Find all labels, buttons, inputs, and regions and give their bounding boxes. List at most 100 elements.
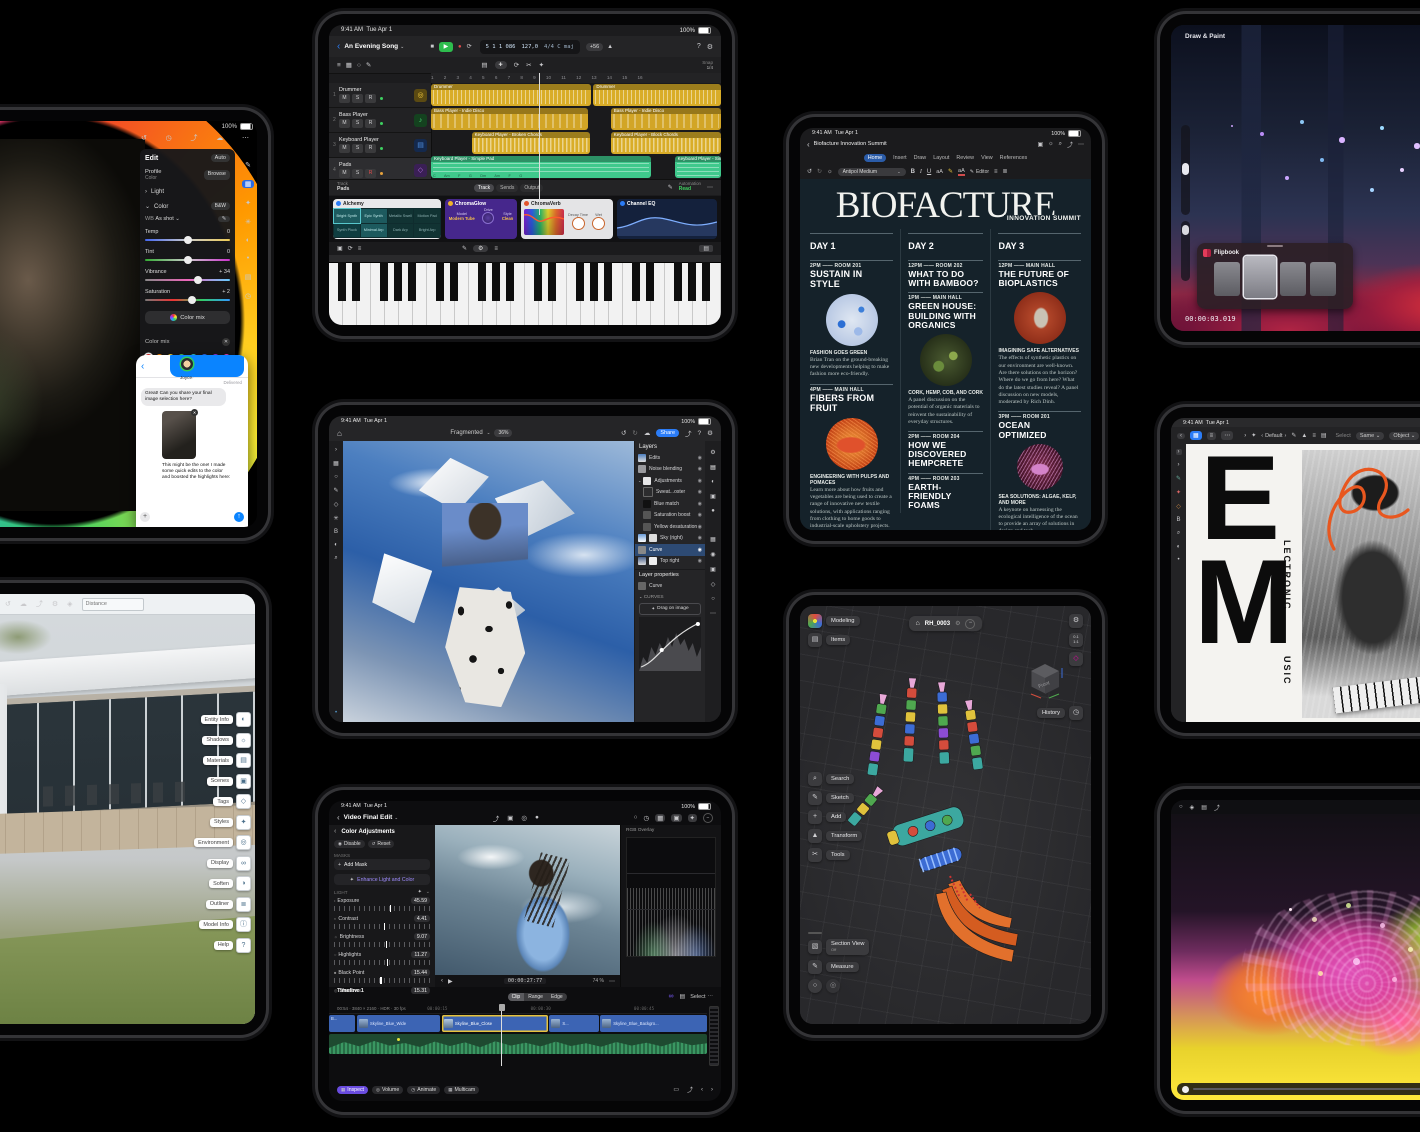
tab-layout[interactable]: Layout <box>933 155 949 161</box>
scene-icon[interactable]: ○ <box>1179 804 1183 810</box>
collapse-icon[interactable]: ⌄ <box>426 889 430 895</box>
color-mix-button[interactable]: Color mix <box>145 311 230 324</box>
pen-tool-icon[interactable]: ✎ <box>1176 475 1181 482</box>
lcd-display[interactable]: 5 1 1 086127,04/4 C maj <box>480 40 580 54</box>
eyedropper-icon[interactable]: ✎ <box>218 216 230 222</box>
units-icon[interactable]: 0.11:1 <box>1069 633 1083 647</box>
draft-text[interactable]: This might be the one! I made some quick… <box>162 463 232 482</box>
view-mixer-icon[interactable]: ▦ <box>346 61 352 69</box>
region-drummer-2[interactable]: Drummer <box>593 84 721 106</box>
help-button[interactable]: Help <box>214 941 233 950</box>
select-tool-icon[interactable]: › <box>1176 449 1182 455</box>
eraser-tool-icon[interactable]: ◇ <box>334 501 339 508</box>
layer-sweater-poster[interactable]: Sweat...oster◉ <box>635 487 705 499</box>
layer-edits[interactable]: Edits◉ <box>635 452 705 464</box>
slider-handle[interactable] <box>390 905 392 912</box>
auto-light-icon[interactable]: ✦ <box>418 889 422 895</box>
patch-cell[interactable]: Minimal Arp <box>361 224 387 238</box>
volume-button[interactable]: ◎Volume <box>372 1086 403 1094</box>
adjust-tool-icon[interactable]: ▦ <box>242 180 254 188</box>
tab-home[interactable]: Home <box>864 154 886 162</box>
slider-knob[interactable] <box>1182 225 1189 235</box>
slider-highlights[interactable]: ○Highlights11.27 <box>334 951 430 965</box>
crop-tool-icon[interactable]: ◐ <box>334 542 338 548</box>
text-case-button[interactable]: aA <box>936 169 943 175</box>
boolean-icon[interactable]: ▤ <box>1321 432 1327 439</box>
plugin-chromaverb[interactable]: ChromaVerb Decay Time Wet <box>521 199 613 239</box>
model-info-button[interactable]: Model Info <box>199 920 233 929</box>
search-icon[interactable]: ⌕ <box>1059 141 1062 148</box>
slider-knob[interactable] <box>1182 163 1189 175</box>
timeline-ruler[interactable]: 00:00:15 00:00:30 00:00:45 <box>329 1004 707 1014</box>
eyedropper-tool-icon[interactable]: • <box>1177 557 1179 563</box>
share-icon[interactable]: ⤴ <box>1067 140 1073 149</box>
clip-skyline-wide[interactable]: Skyline_Blue_Wide <box>357 1015 440 1032</box>
vertical-word-lectronic[interactable]: LECTRONIC <box>1282 540 1292 611</box>
minimize-icon[interactable]: − <box>703 813 713 823</box>
settings-icon[interactable]: ⚙ <box>707 43 713 51</box>
record-take-icon[interactable]: ▣ <box>337 245 343 252</box>
add-button[interactable]: Add <box>826 812 846 822</box>
contact-name[interactable]: Joyce <box>180 375 192 380</box>
shadows-icon[interactable]: ☼ <box>236 733 251 748</box>
bell-icon[interactable]: ○ <box>711 596 715 602</box>
hide-icon[interactable]: ◎ <box>826 979 840 993</box>
section-view-icon[interactable]: ▧ <box>808 940 822 954</box>
layers-icon[interactable]: ▤ <box>1201 804 1207 811</box>
lock-icon[interactable]: ◈ <box>1190 804 1195 811</box>
export-rail-icon[interactable]: ▣ <box>710 566 716 573</box>
mode-edge[interactable]: Edge <box>547 993 567 1001</box>
environment-icon[interactable]: ◎ <box>236 835 251 850</box>
timeline-name[interactable]: Timeline 1 <box>337 988 364 994</box>
black-keys[interactable] <box>329 262 721 301</box>
add-icon[interactable]: + <box>808 810 822 824</box>
region-bass-1[interactable]: Bass Player - Indie Disco <box>431 108 588 130</box>
patch-cell[interactable]: Synth Pluck <box>334 224 360 238</box>
quantize-icon[interactable]: ✦ <box>539 61 544 69</box>
same-button[interactable]: Same ⌄ <box>1356 432 1385 440</box>
eye-icon[interactable]: ◉ <box>698 524 702 530</box>
crop-tool-icon[interactable]: ◐ <box>1177 544 1181 550</box>
facetime-icon[interactable]: ▸ <box>238 361 243 372</box>
reset-button[interactable]: ↺Reset <box>368 840 395 848</box>
pencil-tool-icon[interactable]: ✎ <box>366 61 371 69</box>
region-keys-1[interactable]: Keyboard Player - Broken Chords <box>472 132 591 154</box>
drag-on-image-button[interactable]: ✦Drag on image <box>639 603 701 615</box>
tint-slider-track[interactable] <box>145 259 230 261</box>
measure-button[interactable]: Measure <box>826 962 859 972</box>
loop-tool-icon[interactable]: ⟳ <box>514 61 519 69</box>
slider-brightness[interactable]: ☼Brightness9.07 <box>334 933 430 947</box>
prev-style-icon[interactable]: ‹ <box>1261 433 1263 439</box>
lasso-tool-icon[interactable]: ○ <box>334 474 338 480</box>
more-icon[interactable]: ⋯ <box>1221 431 1233 440</box>
font-color-button[interactable]: aA <box>958 168 965 176</box>
zoom-level[interactable]: 36% <box>494 429 512 437</box>
comments-icon[interactable]: ▣ <box>710 493 716 500</box>
disable-button[interactable]: ◉Disable <box>334 840 365 848</box>
app-menu-icon[interactable] <box>808 614 822 628</box>
timeline-ruler[interactable]: 1 2 3 4 5 6 7 8 9 10 11 12 13 14 15 16 <box>431 73 721 83</box>
layer-sky-right[interactable]: Sky (right)◉ <box>635 533 705 545</box>
enhance-button[interactable]: ✦Enhance Light and Color <box>334 874 430 885</box>
undo-icon[interactable]: ↺ <box>5 600 11 608</box>
eye-icon[interactable]: ◉ <box>698 478 702 484</box>
automation-pencil-icon[interactable]: ✎ <box>668 184 673 191</box>
temp-slider-track[interactable] <box>145 239 230 241</box>
region-pad-2[interactable]: Keyboard Player - Simple Pad <box>675 156 721 178</box>
layer-noise-blending[interactable]: Noise blending◉ <box>635 464 705 476</box>
back-icon[interactable]: ‹ <box>337 813 340 822</box>
play-button[interactable]: ▶ <box>439 42 453 52</box>
patch-cell[interactable]: Bright Synth <box>334 209 360 223</box>
section-view-button[interactable]: Section ViewOff <box>826 939 869 955</box>
auto-button[interactable]: Auto <box>211 154 230 162</box>
eye-icon[interactable]: ◉ <box>698 547 702 553</box>
next-style-icon[interactable]: › <box>1285 433 1287 439</box>
camera-icon[interactable]: ▣ <box>507 814 513 822</box>
scenes-icon[interactable]: ▣ <box>236 774 251 789</box>
color-section[interactable]: Color <box>154 204 168 210</box>
add-mask-button[interactable]: +Add Mask <box>334 859 430 870</box>
split-tool-icon[interactable]: ✂ <box>526 61 531 69</box>
slider-handle[interactable] <box>386 941 388 948</box>
history-button[interactable]: History <box>1037 708 1065 718</box>
document-title[interactable]: Biofacture Innovation Summit <box>814 141 887 147</box>
